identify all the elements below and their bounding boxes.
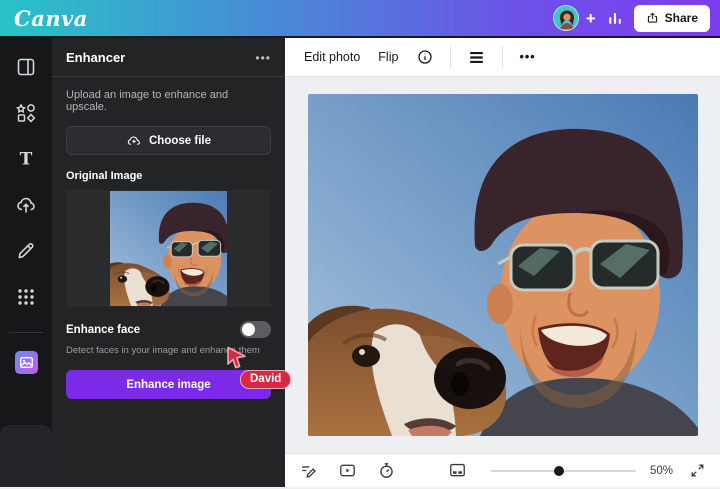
draw-icon[interactable] <box>13 238 39 264</box>
toggle-knob <box>242 323 255 336</box>
choose-file-button[interactable]: Choose file <box>66 126 271 155</box>
edit-photo-button[interactable]: Edit photo <box>295 44 369 70</box>
add-collaborator-button[interactable]: + <box>586 10 596 27</box>
enhancer-panel: Enhancer ••• Upload an image to enhance … <box>52 38 285 487</box>
sidebar-divider <box>9 332 43 333</box>
toolbar-separator <box>450 46 451 68</box>
enhance-face-toggle[interactable] <box>240 321 271 338</box>
design-layout-icon[interactable] <box>13 54 39 80</box>
adjust-lines-icon[interactable] <box>458 42 495 73</box>
canvas-area: Edit photo Flip ••• <box>285 38 720 487</box>
insights-icon[interactable] <box>605 8 625 28</box>
selfie-photo[interactable] <box>308 94 698 436</box>
toolbar-more-button[interactable]: ••• <box>510 44 544 70</box>
panel-more-button[interactable]: ••• <box>255 51 271 65</box>
toolbar-separator <box>502 46 503 68</box>
text-tool-icon[interactable]: T <box>13 146 39 172</box>
canvas-toolbar: Edit photo Flip ••• <box>285 38 720 77</box>
timer-icon[interactable] <box>377 461 396 480</box>
canva-logo: Canva <box>14 6 88 31</box>
top-bar: Canva + Share <box>0 0 720 38</box>
uploads-icon[interactable] <box>13 192 39 218</box>
info-icon[interactable] <box>407 42 443 72</box>
panel-description: Upload an image to enhance and upscale. <box>66 89 271 113</box>
flip-button[interactable]: Flip <box>369 44 407 70</box>
cloud-plus-icon <box>126 133 142 149</box>
zoom-slider-knob[interactable] <box>554 466 564 476</box>
sidebar-bottom-surface <box>0 425 52 487</box>
zoom-slider[interactable] <box>491 470 636 472</box>
share-icon <box>646 11 659 25</box>
grid-view-icon[interactable] <box>448 461 467 480</box>
elements-icon[interactable] <box>13 100 39 126</box>
share-button[interactable]: Share <box>634 5 710 32</box>
enhance-face-hint: Detect faces in your image and enhance t… <box>66 345 271 356</box>
avatar[interactable] <box>553 5 579 31</box>
avatar-image <box>554 6 579 31</box>
choose-file-label: Choose file <box>149 135 211 147</box>
panel-divider <box>52 76 285 77</box>
original-image-preview[interactable] <box>66 190 271 307</box>
enhancer-app-icon[interactable] <box>13 349 39 375</box>
design-stage <box>285 77 720 453</box>
original-image-thumbnail <box>110 191 227 306</box>
share-button-label: Share <box>665 11 698 25</box>
enhance-face-label: Enhance face <box>66 324 140 336</box>
panel-title: Enhancer <box>66 50 125 65</box>
enhance-image-button[interactable]: Enhance image <box>66 370 271 399</box>
present-icon[interactable] <box>338 461 357 480</box>
zoom-level-label: 50% <box>650 465 673 477</box>
notes-icon[interactable] <box>299 461 318 480</box>
sidebar: T <box>0 38 52 487</box>
apps-icon[interactable] <box>13 284 39 310</box>
svg-text:T: T <box>20 150 33 170</box>
original-image-label: Original Image <box>66 170 271 182</box>
fullscreen-icon[interactable] <box>689 462 706 479</box>
canvas-bottom-bar: 50% <box>285 453 720 487</box>
